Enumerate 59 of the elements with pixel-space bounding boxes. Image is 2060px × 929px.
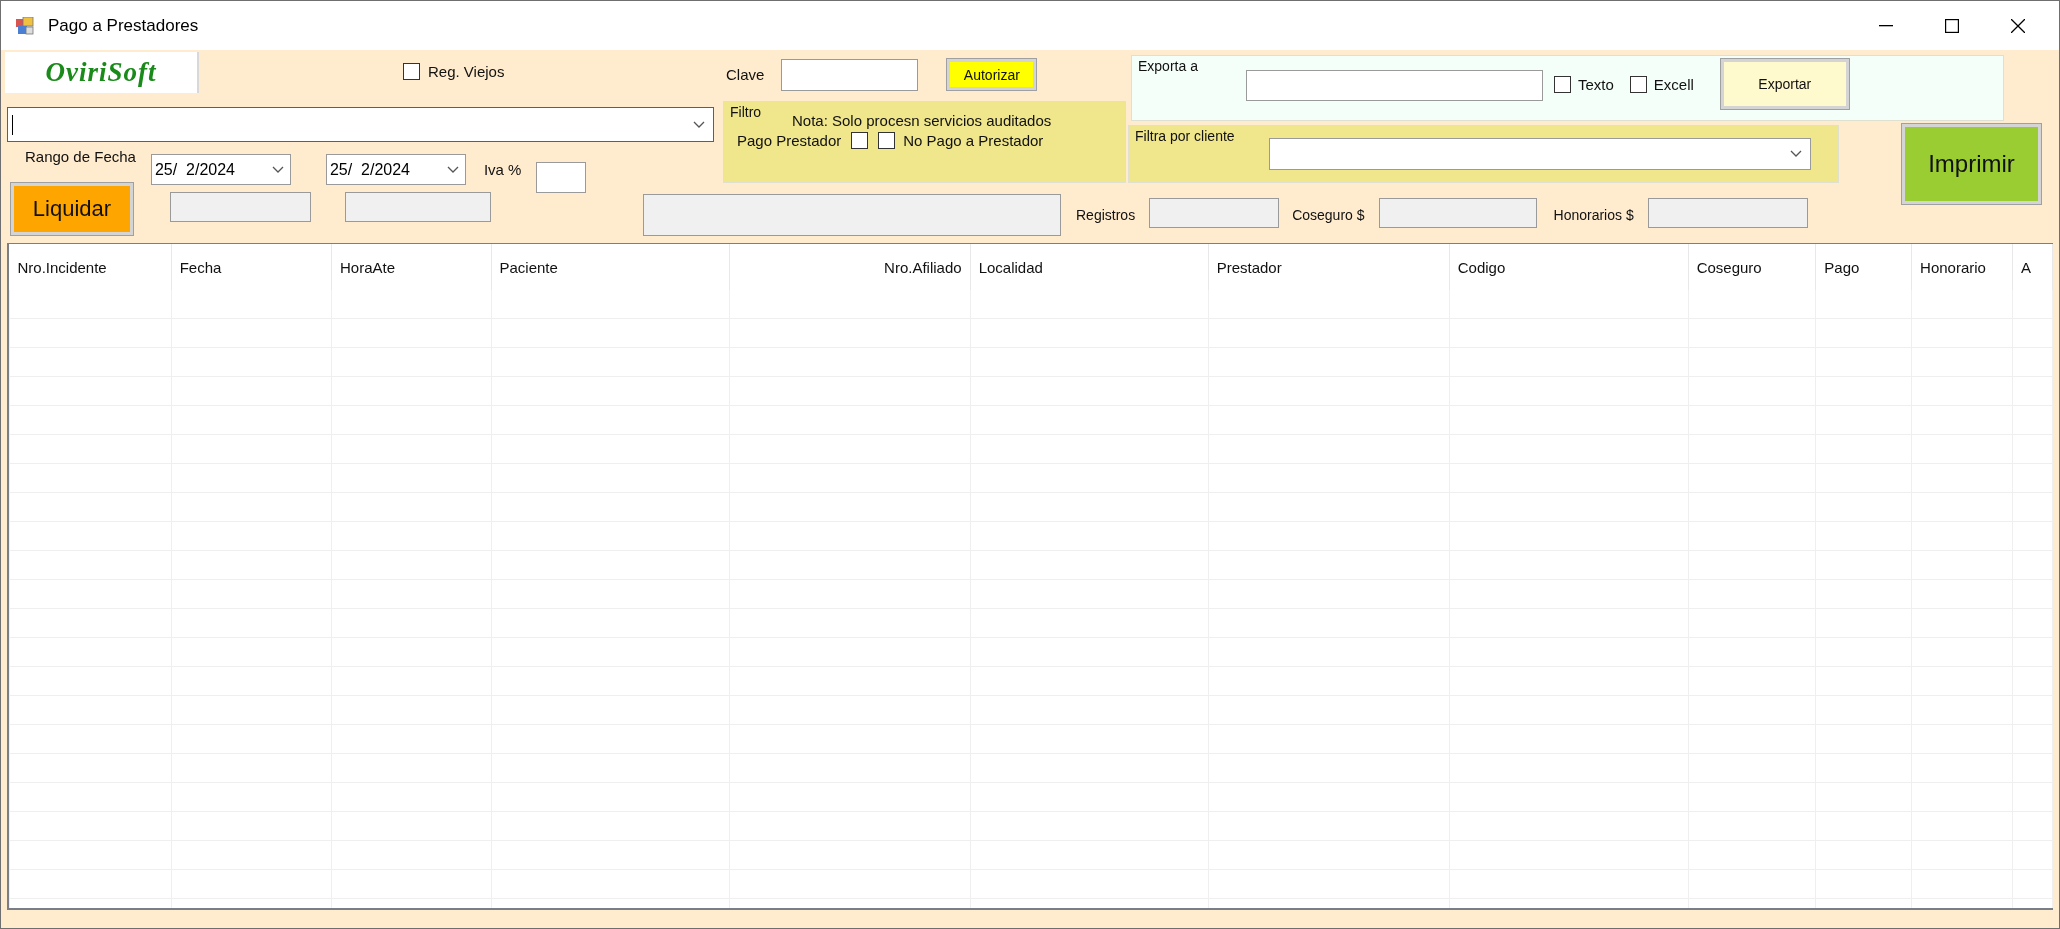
group-title: Filtra por cliente <box>1135 128 1235 144</box>
text-field[interactable] <box>536 162 587 193</box>
logo: OviriSoft <box>5 52 199 93</box>
checkbox-label: Excell <box>1653 75 1694 93</box>
checkbox-label: No Pago a Prestador <box>903 132 1044 149</box>
app-icon <box>16 16 34 35</box>
checkbox[interactable] <box>1553 75 1571 93</box>
checkbox-label: Texto <box>1577 75 1614 93</box>
authorize-button[interactable]: Autorizar <box>946 58 1038 91</box>
checkbox[interactable] <box>851 132 869 149</box>
maximize-icon <box>1945 18 1959 33</box>
dropdown[interactable] <box>1269 138 1811 170</box>
date-picker[interactable]: 25/ 2/2024 <box>150 154 291 185</box>
dropdown[interactable] <box>7 107 714 142</box>
checkbox[interactable] <box>1629 75 1647 93</box>
column-header[interactable]: Localidad <box>970 244 1209 290</box>
readonly-field[interactable] <box>643 194 1061 236</box>
column-header[interactable]: Pago <box>1815 244 1912 290</box>
liquidate-button[interactable]: Liquidar <box>10 182 134 236</box>
group-title: Filtro <box>730 104 762 120</box>
column-header[interactable]: Nro.Afiliado <box>729 244 971 290</box>
caret-icon <box>1790 150 1802 158</box>
readonly-field[interactable] <box>345 192 491 222</box>
export-button[interactable]: Exportar <box>1719 58 1850 110</box>
field-label: Iva % <box>483 161 522 178</box>
checkbox-label: Pago Prestador <box>737 132 842 149</box>
checkbox-label: Reg. Viejos <box>428 63 505 80</box>
column-header[interactable]: Fecha <box>171 244 332 290</box>
checkbox[interactable] <box>878 132 896 149</box>
close-icon <box>2011 18 2025 33</box>
note-text: Nota: Solo procesn servicios auditados <box>792 112 1053 129</box>
window-title: Pago a Prestadores <box>48 15 199 36</box>
column-header[interactable]: A <box>2012 244 2053 290</box>
date-picker[interactable]: 25/ 2/2024 <box>325 154 466 185</box>
password-field[interactable] <box>781 58 919 91</box>
caret-icon <box>446 165 459 174</box>
column-header[interactable]: Codigo <box>1449 244 1689 290</box>
column-header[interactable]: HoraAte <box>331 244 491 290</box>
column-header[interactable]: Prestador <box>1208 244 1450 290</box>
field-label: Rango de Fecha <box>25 148 136 165</box>
readonly-field[interactable] <box>170 192 311 222</box>
readonly-field[interactable] <box>1378 198 1537 228</box>
field-label: Registros <box>1076 207 1136 223</box>
column-header[interactable]: Paciente <box>491 244 729 290</box>
checkbox[interactable] <box>403 63 420 80</box>
field-label: Honorarios $ <box>1553 207 1634 223</box>
print-button[interactable]: Imprimir <box>1901 123 2042 205</box>
group-title: Exporta a <box>1138 58 1198 74</box>
readonly-field[interactable] <box>1149 198 1280 228</box>
field-label: Clave <box>726 66 765 83</box>
readonly-field[interactable] <box>1647 198 1808 228</box>
text-field[interactable] <box>1245 70 1543 101</box>
column-header[interactable]: Nro.Incidente <box>9 244 172 290</box>
minimize-icon <box>1879 24 1893 27</box>
caret-icon <box>271 165 284 174</box>
field-label: Coseguro $ <box>1292 207 1365 223</box>
caret-icon <box>693 120 705 129</box>
column-header[interactable]: Honorario <box>1911 244 2013 290</box>
column-header[interactable]: Coseguro <box>1688 244 1816 290</box>
